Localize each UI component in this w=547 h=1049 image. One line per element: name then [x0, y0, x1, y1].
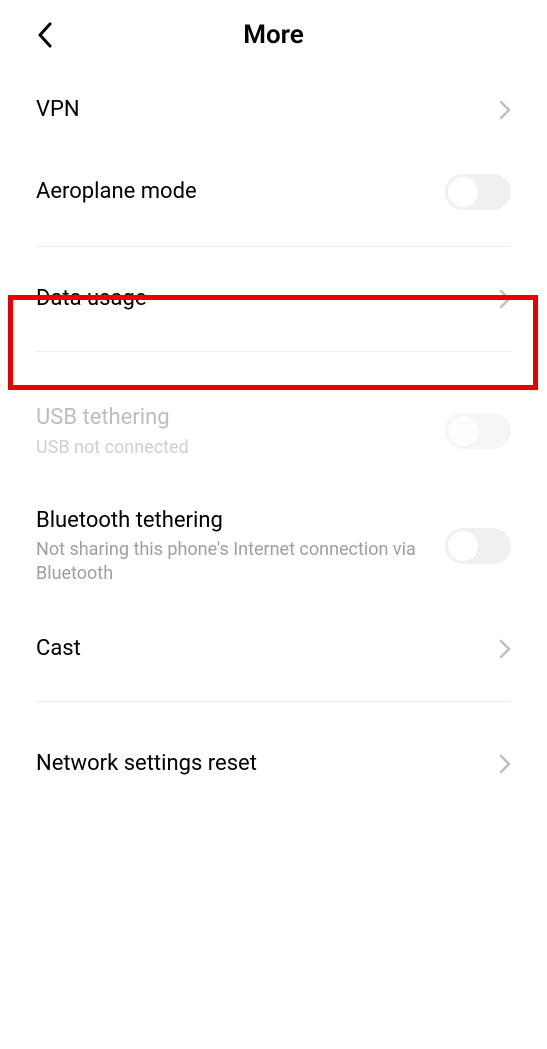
aeroplane-mode-label: Aeroplane mode — [36, 178, 445, 206]
header: More — [0, 0, 547, 70]
aeroplane-mode-toggle[interactable] — [445, 174, 511, 210]
chevron-right-icon — [499, 100, 511, 120]
bluetooth-tethering-sub: Not sharing this phone's Internet connec… — [36, 538, 445, 585]
settings-list: VPN Aeroplane mode Data usage USB tether… — [0, 70, 547, 802]
toggle-knob — [448, 531, 478, 561]
network-settings-reset-label: Network settings reset — [36, 750, 499, 778]
usb-tethering-item: USB tethering USB not connected — [0, 364, 547, 483]
back-icon — [37, 22, 53, 48]
aeroplane-mode-item[interactable]: Aeroplane mode — [0, 150, 547, 234]
vpn-item[interactable]: VPN — [0, 70, 547, 150]
data-usage-item[interactable]: Data usage — [0, 259, 547, 339]
usb-tethering-sub: USB not connected — [36, 436, 445, 459]
divider — [36, 351, 511, 352]
divider — [36, 246, 511, 247]
chevron-right-icon — [499, 289, 511, 309]
page-title: More — [30, 20, 517, 50]
divider — [36, 701, 511, 702]
usb-tethering-toggle — [445, 413, 511, 449]
chevron-right-icon — [499, 754, 511, 774]
data-usage-label: Data usage — [36, 285, 499, 313]
usb-tethering-label: USB tethering — [36, 404, 445, 432]
chevron-right-icon — [499, 639, 511, 659]
cast-item[interactable]: Cast — [0, 609, 547, 689]
toggle-knob — [448, 177, 478, 207]
vpn-label: VPN — [36, 96, 499, 124]
bluetooth-tethering-label: Bluetooth tethering — [36, 507, 445, 535]
network-settings-reset-item[interactable]: Network settings reset — [0, 714, 547, 802]
back-button[interactable] — [30, 20, 60, 50]
bluetooth-tethering-item[interactable]: Bluetooth tethering Not sharing this pho… — [0, 483, 547, 609]
bluetooth-tethering-toggle[interactable] — [445, 528, 511, 564]
toggle-knob — [448, 416, 478, 446]
cast-label: Cast — [36, 635, 499, 663]
